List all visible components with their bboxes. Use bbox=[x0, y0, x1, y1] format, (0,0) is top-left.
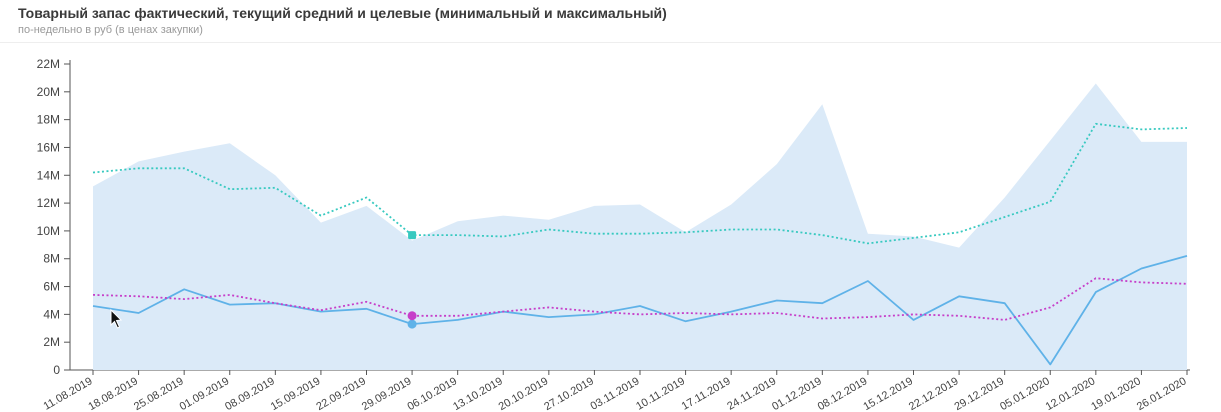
x-tick-label: 24.11.2019 bbox=[725, 375, 778, 412]
x-tick-label: 22.12.2019 bbox=[907, 375, 961, 412]
x-tick-label: 18.08.2019 bbox=[86, 375, 140, 412]
y-tick-label: 12M bbox=[37, 196, 60, 210]
x-tick-label: 11.08.2019 bbox=[42, 375, 95, 412]
hover-marker-2 bbox=[407, 311, 417, 321]
y-tick-label: 0 bbox=[53, 363, 60, 377]
hover-marker-1 bbox=[407, 319, 417, 329]
x-tick-label: 26.01.2020 bbox=[1135, 375, 1189, 412]
series-layer bbox=[92, 83, 1188, 370]
y-tick-label: 20M bbox=[37, 85, 60, 99]
hover-marker-0 bbox=[408, 231, 417, 240]
x-tick-label: 15.09.2019 bbox=[269, 375, 323, 412]
x-tick-label: 08.09.2019 bbox=[223, 375, 277, 412]
y-axis: 0 2M 4M 6M 8M 10M 12M 14M 16M 18M 20M 22M bbox=[37, 57, 71, 377]
y-tick-label: 16M bbox=[37, 140, 60, 154]
y-tick-label: 2M bbox=[43, 335, 60, 349]
x-axis: 11.08.201918.08.201925.08.201901.09.2019… bbox=[42, 369, 1190, 412]
y-tick-label: 6M bbox=[43, 280, 60, 294]
y-tick-label: 22M bbox=[37, 57, 60, 71]
x-tick-label: 17.11.2019 bbox=[680, 375, 733, 412]
x-tick-label: 20.10.2019 bbox=[497, 375, 551, 412]
x-tick-label: 25.08.2019 bbox=[132, 375, 186, 412]
x-tick-label: 01.09.2019 bbox=[178, 375, 232, 412]
y-tick-label: 4M bbox=[43, 307, 60, 321]
y-tick-label: 18M bbox=[37, 113, 60, 127]
x-tick-label: 08.12.2019 bbox=[816, 375, 870, 412]
x-tick-label: 29.09.2019 bbox=[360, 375, 414, 412]
x-tick-label: 27.10.2019 bbox=[542, 375, 596, 412]
y-tick-label: 10M bbox=[37, 224, 60, 238]
x-tick-label: 06.10.2019 bbox=[405, 375, 459, 412]
chart-panel: Товарный запас фактический, текущий сред… bbox=[0, 0, 1221, 412]
x-tick-label: 29.12.2019 bbox=[952, 375, 1006, 412]
x-tick-label: 05.01.2020 bbox=[998, 375, 1052, 412]
y-tick-label: 14M bbox=[37, 168, 60, 182]
x-tick-label: 22.09.2019 bbox=[314, 375, 368, 412]
x-tick-label: 13.10.2019 bbox=[451, 375, 505, 412]
inventory-chart: 0 2M 4M 6M 8M 10M 12M 14M 16M 18M 20M 22M 11.08.201… bbox=[37, 57, 1190, 412]
x-tick-label: 10.11.2019 bbox=[634, 375, 687, 412]
x-tick-label: 15.12.2019 bbox=[861, 375, 915, 412]
x-tick-label: 01.12.2019 bbox=[770, 375, 824, 412]
x-tick-label: 03.11.2019 bbox=[589, 375, 642, 412]
x-tick-label: 12.01.2020 bbox=[1044, 375, 1098, 412]
y-tick-label: 8M bbox=[43, 252, 60, 266]
x-tick-label: 19.01.2020 bbox=[1089, 375, 1143, 412]
